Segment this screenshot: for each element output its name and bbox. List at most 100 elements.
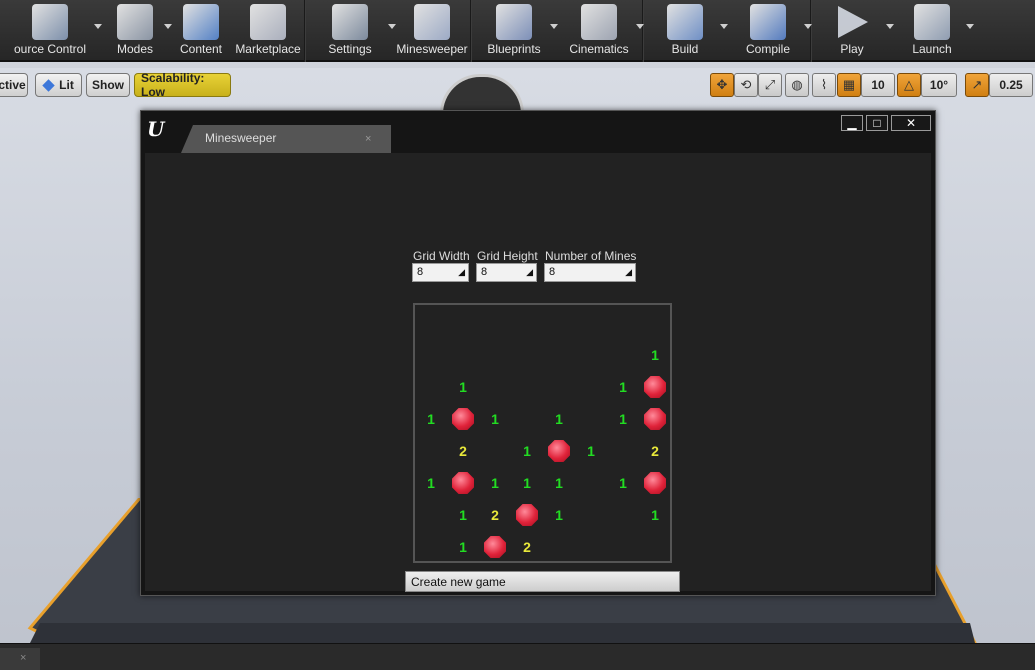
board-cell[interactable] xyxy=(575,339,607,371)
grid-height-input[interactable]: 8 ◢ xyxy=(476,263,537,282)
board-cell[interactable]: 1 xyxy=(575,435,607,467)
surface-snap-icon[interactable]: ⌇ xyxy=(812,73,836,97)
board-cell[interactable]: 1 xyxy=(447,371,479,403)
chevron-down-icon[interactable] xyxy=(966,24,974,29)
bottom-tab-close-icon[interactable]: × xyxy=(20,652,26,664)
board-cell[interactable] xyxy=(639,531,671,563)
board-cell[interactable] xyxy=(575,499,607,531)
perspective-button[interactable]: ctive xyxy=(0,73,28,97)
tab-close-icon[interactable]: × xyxy=(365,133,371,145)
board-cell[interactable] xyxy=(415,371,447,403)
board-cell[interactable]: 1 xyxy=(447,499,479,531)
rotation-snap-value[interactable]: 10° xyxy=(921,73,957,97)
mine-cell[interactable] xyxy=(479,531,511,563)
board-cell[interactable]: 1 xyxy=(543,403,575,435)
tab-minesweeper[interactable]: Minesweeper xyxy=(181,125,391,153)
mine-cell[interactable] xyxy=(543,435,575,467)
create-new-game-button[interactable]: Create new game xyxy=(405,571,680,592)
mine-cell[interactable] xyxy=(447,467,479,499)
board-cell[interactable] xyxy=(415,307,447,339)
bottom-tab[interactable]: × xyxy=(0,648,40,670)
mine-cell[interactable] xyxy=(511,499,543,531)
board-cell[interactable]: 1 xyxy=(607,403,639,435)
board-cell[interactable] xyxy=(543,371,575,403)
board-cell[interactable]: 2 xyxy=(479,499,511,531)
board-cell[interactable] xyxy=(511,307,543,339)
lit-button[interactable]: Lit xyxy=(35,73,82,97)
rotation-snap-icon[interactable]: △ xyxy=(897,73,921,97)
board-cell[interactable]: 1 xyxy=(479,403,511,435)
board-cell[interactable]: 1 xyxy=(415,403,447,435)
board-cell[interactable] xyxy=(511,339,543,371)
toolbar-marketplace-button[interactable]: Marketplace xyxy=(232,0,304,62)
world-local-icon[interactable]: ◍ xyxy=(785,73,809,97)
board-cell[interactable] xyxy=(543,531,575,563)
board-cell[interactable]: 1 xyxy=(511,435,543,467)
board-cell[interactable] xyxy=(543,339,575,371)
spinner-icon[interactable]: ◢ xyxy=(625,267,632,278)
board-cell[interactable] xyxy=(575,467,607,499)
board-cell[interactable] xyxy=(479,307,511,339)
toolbar-cinematics-button[interactable]: Cinematics xyxy=(556,0,644,62)
mines-input[interactable]: 8 ◢ xyxy=(544,263,636,282)
board-cell[interactable] xyxy=(607,499,639,531)
scale-mode-icon[interactable]: ⤢ xyxy=(758,73,782,97)
board-cell[interactable]: 1 xyxy=(607,371,639,403)
board-cell[interactable]: 1 xyxy=(447,531,479,563)
board-cell[interactable]: 1 xyxy=(479,467,511,499)
board-cell[interactable] xyxy=(511,371,543,403)
board-cell[interactable] xyxy=(447,307,479,339)
board-cell[interactable] xyxy=(447,339,479,371)
board-cell[interactable]: 1 xyxy=(543,499,575,531)
toolbar-build-button[interactable]: Build xyxy=(644,0,728,62)
board-cell[interactable] xyxy=(575,403,607,435)
board-cell[interactable]: 1 xyxy=(415,467,447,499)
toolbar-minesweeper-button[interactable]: Minesweeper xyxy=(394,0,470,62)
toolbar-settings-button[interactable]: Settings xyxy=(306,0,396,62)
board-cell[interactable] xyxy=(415,531,447,563)
scalability-button[interactable]: Scalability: Low xyxy=(134,71,231,99)
grid-width-input[interactable]: 8 ◢ xyxy=(412,263,469,282)
board-cell[interactable]: 2 xyxy=(447,435,479,467)
toolbar-content-button[interactable]: Content xyxy=(170,0,232,62)
chevron-down-icon[interactable] xyxy=(636,24,644,29)
spinner-icon[interactable]: ◢ xyxy=(458,267,465,278)
toolbar-compile-button[interactable]: Compile xyxy=(726,0,812,62)
board-cell[interactable] xyxy=(415,435,447,467)
board-cell[interactable] xyxy=(479,371,511,403)
chevron-down-icon[interactable] xyxy=(804,24,812,29)
minimize-button[interactable]: ▁ xyxy=(841,115,863,131)
board-cell[interactable] xyxy=(575,531,607,563)
board-cell[interactable] xyxy=(607,531,639,563)
show-button[interactable]: Show xyxy=(86,73,130,97)
scale-snap-icon[interactable]: ↗ xyxy=(965,73,989,97)
close-button[interactable]: ✕ xyxy=(891,115,931,131)
board-cell[interactable] xyxy=(575,371,607,403)
grid-snap-icon[interactable]: ▦ xyxy=(837,73,861,97)
rotate-mode-icon[interactable]: ⟲ xyxy=(734,73,758,97)
board-cell[interactable]: 1 xyxy=(639,499,671,531)
mine-cell[interactable] xyxy=(447,403,479,435)
board-cell[interactable]: 1 xyxy=(607,467,639,499)
board-cell[interactable] xyxy=(543,307,575,339)
mine-cell[interactable] xyxy=(639,467,671,499)
grid-snap-value[interactable]: 10 xyxy=(861,73,895,97)
board-cell[interactable] xyxy=(415,499,447,531)
toolbar-source-control-button[interactable]: ource Control xyxy=(0,0,102,62)
board-cell[interactable] xyxy=(479,435,511,467)
board-cell[interactable] xyxy=(607,307,639,339)
board-cell[interactable] xyxy=(511,403,543,435)
mine-cell[interactable] xyxy=(639,371,671,403)
board-cell[interactable] xyxy=(607,339,639,371)
board-cell[interactable] xyxy=(639,307,671,339)
board-cell[interactable]: 1 xyxy=(543,467,575,499)
mine-cell[interactable] xyxy=(639,403,671,435)
maximize-button[interactable]: □ xyxy=(866,115,888,131)
toolbar-play-button[interactable]: Play xyxy=(812,0,894,62)
board-cell[interactable] xyxy=(607,435,639,467)
toolbar-launch-button[interactable]: Launch xyxy=(892,0,974,62)
toolbar-modes-button[interactable]: Modes xyxy=(100,0,172,62)
toolbar-blueprints-button[interactable]: Blueprints xyxy=(472,0,558,62)
board-cell[interactable] xyxy=(415,339,447,371)
spinner-icon[interactable]: ◢ xyxy=(526,267,533,278)
